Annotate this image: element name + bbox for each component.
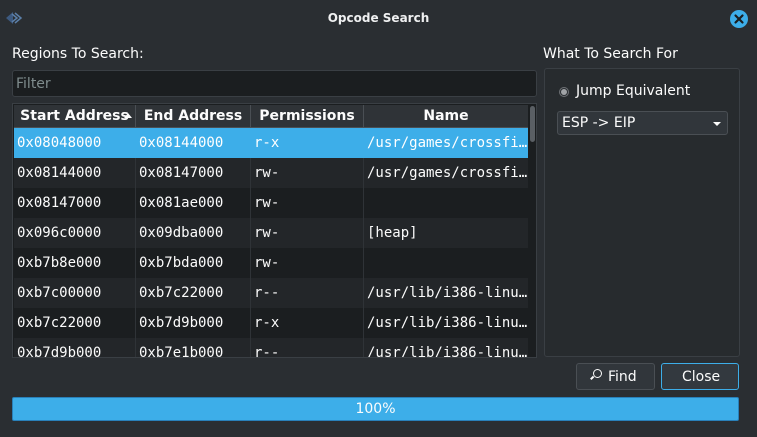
cell-perm: rw- — [251, 158, 364, 188]
cell-name: /usr/lib/i386-linux-gnu — [367, 315, 528, 331]
cell-perm: r-- — [251, 338, 364, 357]
close-icon — [734, 14, 744, 24]
filter-input[interactable] — [13, 71, 536, 96]
find-button[interactable]: Find — [576, 363, 655, 390]
chevron-down-icon — [713, 122, 721, 126]
table-row[interactable]: 0x08048000 0x08144000 r-x/usr/games/crossf… — [14, 128, 528, 158]
window-title: Opcode Search — [327, 11, 430, 25]
cell-name: /usr/lib/i386-linux-gnu — [367, 345, 528, 358]
table-scrollbar[interactable] — [528, 105, 536, 357]
cell-start: 0xb7b8e000 — [14, 248, 136, 278]
cell-perm: r-x — [251, 308, 364, 338]
cell-start: 0x096c0000 — [14, 218, 136, 248]
table-row[interactable]: 0xb7b8e000 0xb7bda000 rw- — [14, 248, 528, 278]
cell-start: 0x08147000 — [14, 188, 136, 218]
cell-perm: r-- — [251, 278, 364, 308]
column-header-label: Start Address — [20, 108, 129, 124]
cell-end: 0x08144000 — [136, 128, 251, 158]
column-header-permissions[interactable]: Permissions — [251, 105, 364, 128]
search-icon — [593, 369, 602, 378]
cell-perm: rw- — [251, 248, 364, 278]
cell-name — [364, 248, 528, 278]
cell-end: 0x08147000 — [136, 158, 251, 188]
table-row[interactable]: 0x08144000 0x08147000 rw-/usr/games/crossf… — [14, 158, 528, 188]
search-for-label: What To Search For — [543, 46, 678, 62]
jump-equivalent-label[interactable]: Jump Equivalent — [576, 83, 690, 99]
dropdown-value: ESP -> EIP — [562, 115, 636, 131]
table-row[interactable]: 0x096c0000 0x09dba000 rw- [heap] — [14, 218, 528, 248]
cell-name: /usr/games/crossfire-server — [367, 135, 528, 151]
title-bar: Opcode Search — [0, 0, 757, 37]
table-row[interactable]: 0xb7d9b000 0xb7e1b000 r--/usr/lib/i386-lin… — [14, 338, 528, 358]
cell-start: 0xb7c22000 — [14, 308, 136, 338]
find-button-label: Find — [608, 369, 637, 385]
cell-perm: rw- — [251, 188, 364, 218]
cell-start: 0xb7c00000 — [14, 278, 136, 308]
filter-field[interactable] — [12, 70, 537, 97]
column-header-name[interactable]: Name — [364, 105, 528, 128]
cell-name: /usr/lib/i386-linux-gnu — [367, 285, 528, 301]
cell-perm: r-x — [251, 128, 364, 158]
cell-end: 0xb7c22000 — [136, 278, 251, 308]
cell-start: 0x08144000 — [14, 158, 136, 188]
cell-name: /usr/games/crossfire-server — [367, 165, 528, 181]
jump-equivalent-radio[interactable] — [559, 87, 569, 97]
cell-name — [364, 188, 528, 218]
cell-perm: rw- — [251, 218, 364, 248]
cell-end: 0xb7e1b000 — [136, 338, 251, 357]
window-close-button[interactable] — [730, 10, 748, 28]
table-row[interactable]: 0x08147000 0x081ae000 rw- — [14, 188, 528, 218]
close-button[interactable]: Close — [661, 363, 739, 390]
table-body: 0x08048000 0x08144000 r-x/usr/games/crossf… — [14, 128, 528, 358]
progress-text: 100% — [355, 401, 396, 417]
cell-end: 0x081ae000 — [136, 188, 251, 218]
table-header: Start Address End Address Permissions Na… — [14, 105, 528, 128]
column-header-end-address[interactable]: End Address — [136, 105, 251, 128]
cell-end: 0xb7bda000 — [136, 248, 251, 278]
cell-end: 0x09dba000 — [136, 218, 251, 248]
regions-table[interactable]: Start Address End Address Permissions Na… — [12, 103, 537, 358]
regions-label: Regions To Search: — [12, 46, 144, 62]
search-options-group: Jump Equivalent ESP -> EIP — [544, 68, 740, 357]
close-button-label: Close — [682, 369, 721, 385]
cell-end: 0xb7d9b000 — [136, 308, 251, 338]
cell-start: 0xb7d9b000 — [14, 338, 136, 357]
radio-checked-dot — [561, 89, 567, 95]
cell-name: [heap] — [367, 225, 418, 241]
column-header-start-address[interactable]: Start Address — [14, 105, 136, 128]
cell-start: 0x08048000 — [14, 128, 136, 158]
progress-bar: 100% — [12, 397, 739, 421]
table-row[interactable]: 0xb7c00000 0xb7c22000 r--/usr/lib/i386-lin… — [14, 278, 528, 308]
jump-type-dropdown[interactable]: ESP -> EIP — [557, 111, 728, 135]
sort-ascending-icon — [124, 113, 132, 118]
scrollbar-thumb[interactable] — [530, 106, 535, 142]
table-row[interactable]: 0xb7c22000 0xb7d9b000 r-x/usr/lib/i386-lin… — [14, 308, 528, 338]
